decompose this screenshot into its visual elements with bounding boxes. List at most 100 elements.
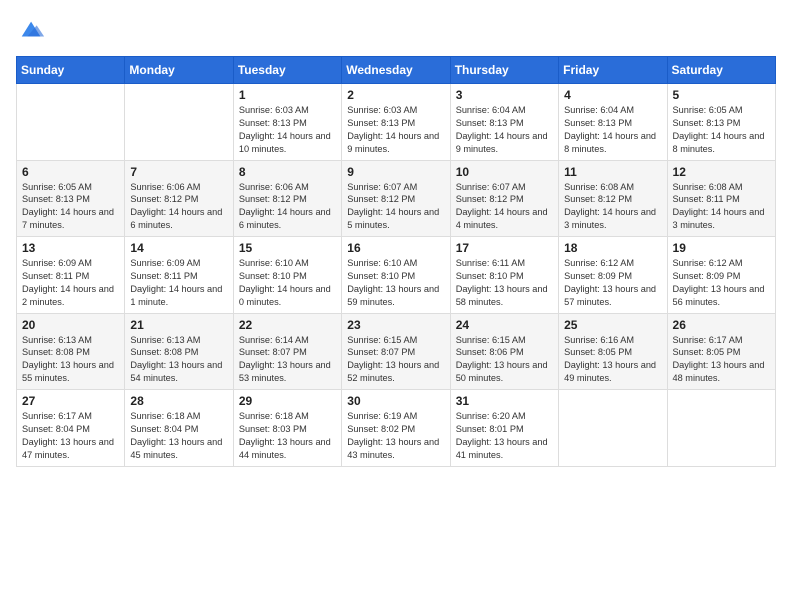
cell-content: Sunrise: 6:07 AM Sunset: 8:12 PM Dayligh… — [456, 181, 553, 233]
cell-content: Sunrise: 6:08 AM Sunset: 8:11 PM Dayligh… — [673, 181, 770, 233]
calendar-cell: 16Sunrise: 6:10 AM Sunset: 8:10 PM Dayli… — [342, 237, 450, 314]
day-number: 13 — [22, 241, 119, 255]
cell-content: Sunrise: 6:16 AM Sunset: 8:05 PM Dayligh… — [564, 334, 661, 386]
cell-content: Sunrise: 6:18 AM Sunset: 8:04 PM Dayligh… — [130, 410, 227, 462]
cell-content: Sunrise: 6:05 AM Sunset: 8:13 PM Dayligh… — [673, 104, 770, 156]
calendar-cell: 21 Sunrise: 6:13 AM Sunset: 8:08 PM Dayli… — [125, 313, 233, 390]
week-row-1: 1 Sunrise: 6:03 AM Sunset: 8:13 PM Daylig… — [17, 84, 776, 161]
calendar-cell: 7 Sunrise: 6:06 AM Sunset: 8:12 PM Daylig… — [125, 160, 233, 237]
header-row: SundayMondayTuesdayWednesdayThursdayFrid… — [17, 57, 776, 84]
calendar-cell: 14Sunrise: 6:09 AM Sunset: 8:11 PM Dayli… — [125, 237, 233, 314]
day-number: 11 — [564, 165, 661, 179]
calendar-cell: 23Sunrise: 6:15 AM Sunset: 8:07 PM Dayli… — [342, 313, 450, 390]
cell-content: Sunrise: 6:11 AM Sunset: 8:10 PM Dayligh… — [456, 257, 553, 309]
day-header-sunday: Sunday — [17, 57, 125, 84]
logo-icon — [18, 16, 46, 44]
page-header — [16, 16, 776, 44]
calendar-cell: 4 Sunrise: 6:04 AM Sunset: 8:13 PM Daylig… — [559, 84, 667, 161]
cell-content: Sunrise: 6:15 AM Sunset: 8:06 PM Dayligh… — [456, 334, 553, 386]
calendar-cell: 10Sunrise: 6:07 AM Sunset: 8:12 PM Dayli… — [450, 160, 558, 237]
cell-content: Sunrise: 6:20 AM Sunset: 8:01 PM Dayligh… — [456, 410, 553, 462]
week-row-5: 27 Sunrise: 6:17 AM Sunset: 8:04 PM Dayli… — [17, 390, 776, 467]
calendar-cell: 24 Sunrise: 6:15 AM Sunset: 8:06 PM Dayli… — [450, 313, 558, 390]
day-header-monday: Monday — [125, 57, 233, 84]
cell-content: Sunrise: 6:17 AM Sunset: 8:04 PM Dayligh… — [22, 410, 119, 462]
calendar-cell — [559, 390, 667, 467]
cell-content: Sunrise: 6:13 AM Sunset: 8:08 PM Dayligh… — [130, 334, 227, 386]
calendar-cell: 25 Sunrise: 6:16 AM Sunset: 8:05 PM Dayli… — [559, 313, 667, 390]
cell-content: Sunrise: 6:18 AM Sunset: 8:03 PM Dayligh… — [239, 410, 336, 462]
calendar-cell: 27 Sunrise: 6:17 AM Sunset: 8:04 PM Dayli… — [17, 390, 125, 467]
calendar-cell: 5 Sunrise: 6:05 AM Sunset: 8:13 PM Daylig… — [667, 84, 775, 161]
calendar-cell: 2 Sunrise: 6:03 AM Sunset: 8:13 PM Daylig… — [342, 84, 450, 161]
cell-content: Sunrise: 6:13 AM Sunset: 8:08 PM Dayligh… — [22, 334, 119, 386]
day-number: 4 — [564, 88, 661, 102]
calendar-cell: 11Sunrise: 6:08 AM Sunset: 8:12 PM Dayli… — [559, 160, 667, 237]
calendar-cell: 13 Sunrise: 6:09 AM Sunset: 8:11 PM Dayli… — [17, 237, 125, 314]
day-number: 19 — [673, 241, 770, 255]
day-number: 6 — [22, 165, 119, 179]
day-number: 31 — [456, 394, 553, 408]
day-number: 9 — [347, 165, 444, 179]
cell-content: Sunrise: 6:03 AM Sunset: 8:13 PM Dayligh… — [239, 104, 336, 156]
calendar-cell: 19 Sunrise: 6:12 AM Sunset: 8:09 PM Dayli… — [667, 237, 775, 314]
calendar-cell: 12Sunrise: 6:08 AM Sunset: 8:11 PM Dayli… — [667, 160, 775, 237]
calendar-table: SundayMondayTuesdayWednesdayThursdayFrid… — [16, 56, 776, 467]
cell-content: Sunrise: 6:07 AM Sunset: 8:12 PM Dayligh… — [347, 181, 444, 233]
day-number: 30 — [347, 394, 444, 408]
day-number: 20 — [22, 318, 119, 332]
day-number: 22 — [239, 318, 336, 332]
cell-content: Sunrise: 6:14 AM Sunset: 8:07 PM Dayligh… — [239, 334, 336, 386]
calendar-cell: 18 Sunrise: 6:12 AM Sunset: 8:09 PM Dayli… — [559, 237, 667, 314]
cell-content: Sunrise: 6:06 AM Sunset: 8:12 PM Dayligh… — [130, 181, 227, 233]
cell-content: Sunrise: 6:12 AM Sunset: 8:09 PM Dayligh… — [673, 257, 770, 309]
calendar-cell — [17, 84, 125, 161]
day-number: 29 — [239, 394, 336, 408]
day-number: 17 — [456, 241, 553, 255]
calendar-cell: 29 Sunrise: 6:18 AM Sunset: 8:03 PM Dayli… — [233, 390, 341, 467]
day-header-saturday: Saturday — [667, 57, 775, 84]
day-number: 2 — [347, 88, 444, 102]
week-row-3: 13 Sunrise: 6:09 AM Sunset: 8:11 PM Dayli… — [17, 237, 776, 314]
cell-content: Sunrise: 6:10 AM Sunset: 8:10 PM Dayligh… — [347, 257, 444, 309]
day-number: 5 — [673, 88, 770, 102]
calendar-cell: 28 Sunrise: 6:18 AM Sunset: 8:04 PM Dayli… — [125, 390, 233, 467]
day-number: 7 — [130, 165, 227, 179]
calendar-cell: 8Sunrise: 6:06 AM Sunset: 8:12 PM Daylig… — [233, 160, 341, 237]
day-number: 27 — [22, 394, 119, 408]
day-number: 26 — [673, 318, 770, 332]
calendar-cell: 1 Sunrise: 6:03 AM Sunset: 8:13 PM Daylig… — [233, 84, 341, 161]
day-number: 24 — [456, 318, 553, 332]
day-number: 18 — [564, 241, 661, 255]
day-number: 3 — [456, 88, 553, 102]
day-number: 21 — [130, 318, 227, 332]
day-header-friday: Friday — [559, 57, 667, 84]
calendar-cell: 3 Sunrise: 6:04 AM Sunset: 8:13 PM Daylig… — [450, 84, 558, 161]
day-number: 15 — [239, 241, 336, 255]
week-row-4: 20 Sunrise: 6:13 AM Sunset: 8:08 PM Dayli… — [17, 313, 776, 390]
cell-content: Sunrise: 6:09 AM Sunset: 8:11 PM Dayligh… — [22, 257, 119, 309]
cell-content: Sunrise: 6:12 AM Sunset: 8:09 PM Dayligh… — [564, 257, 661, 309]
cell-content: Sunrise: 6:19 AM Sunset: 8:02 PM Dayligh… — [347, 410, 444, 462]
calendar-cell — [667, 390, 775, 467]
calendar-cell: 17 Sunrise: 6:11 AM Sunset: 8:10 PM Dayli… — [450, 237, 558, 314]
day-header-tuesday: Tuesday — [233, 57, 341, 84]
day-header-wednesday: Wednesday — [342, 57, 450, 84]
day-number: 1 — [239, 88, 336, 102]
day-number: 28 — [130, 394, 227, 408]
logo — [16, 16, 46, 44]
cell-content: Sunrise: 6:15 AM Sunset: 8:07 PM Dayligh… — [347, 334, 444, 386]
calendar-cell: 26Sunrise: 6:17 AM Sunset: 8:05 PM Dayli… — [667, 313, 775, 390]
week-row-2: 6 Sunrise: 6:05 AM Sunset: 8:13 PM Daylig… — [17, 160, 776, 237]
cell-content: Sunrise: 6:04 AM Sunset: 8:13 PM Dayligh… — [564, 104, 661, 156]
cell-content: Sunrise: 6:04 AM Sunset: 8:13 PM Dayligh… — [456, 104, 553, 156]
calendar-cell: 30 Sunrise: 6:19 AM Sunset: 8:02 PM Dayli… — [342, 390, 450, 467]
calendar-cell: 6 Sunrise: 6:05 AM Sunset: 8:13 PM Daylig… — [17, 160, 125, 237]
calendar-cell: 31 Sunrise: 6:20 AM Sunset: 8:01 PM Dayli… — [450, 390, 558, 467]
day-number: 25 — [564, 318, 661, 332]
cell-content: Sunrise: 6:03 AM Sunset: 8:13 PM Dayligh… — [347, 104, 444, 156]
calendar-cell: 20 Sunrise: 6:13 AM Sunset: 8:08 PM Dayli… — [17, 313, 125, 390]
calendar-cell: 22 Sunrise: 6:14 AM Sunset: 8:07 PM Dayli… — [233, 313, 341, 390]
cell-content: Sunrise: 6:05 AM Sunset: 8:13 PM Dayligh… — [22, 181, 119, 233]
cell-content: Sunrise: 6:06 AM Sunset: 8:12 PM Dayligh… — [239, 181, 336, 233]
